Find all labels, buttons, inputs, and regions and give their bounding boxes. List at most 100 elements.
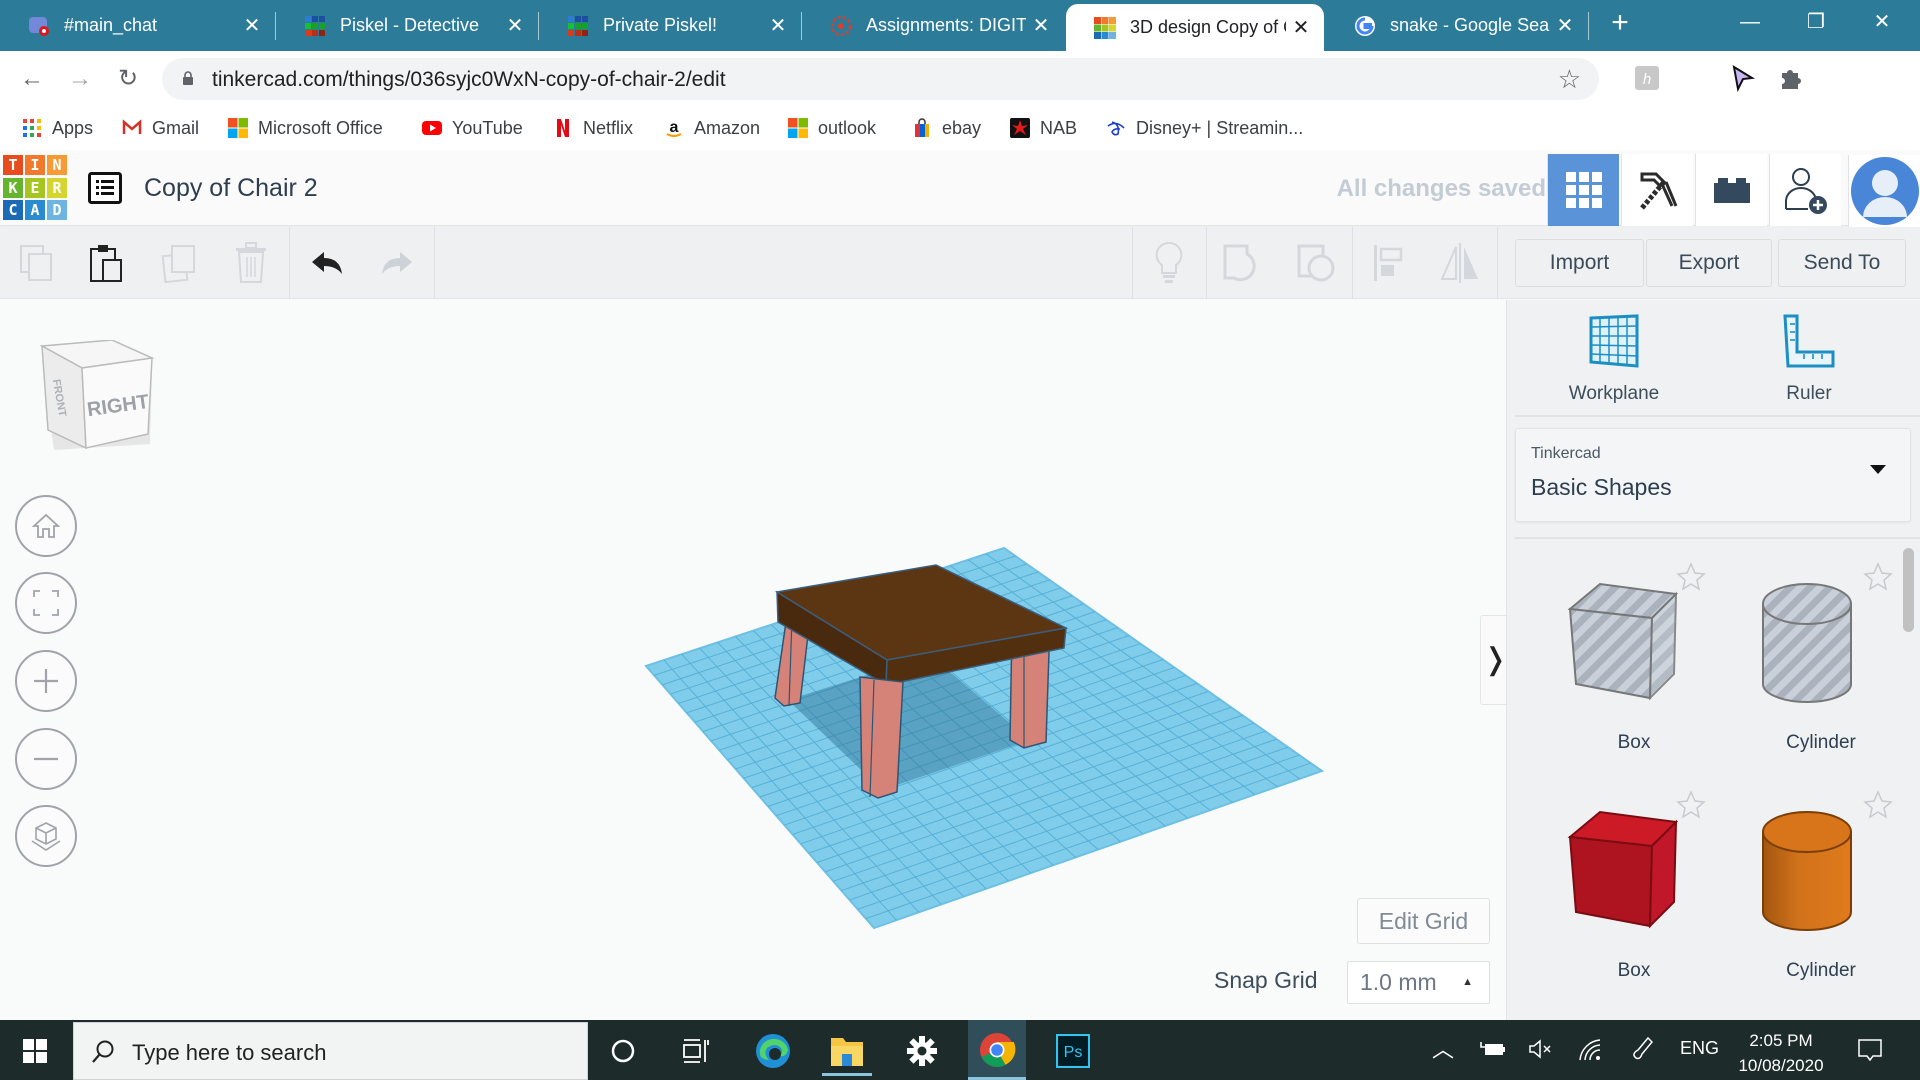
cortana-button[interactable] — [598, 1026, 648, 1076]
tinkercad-header: T I N K E R C A D Copy of Chair 2 All ch… — [0, 150, 1920, 227]
edit-grid-button[interactable]: Edit Grid — [1357, 898, 1490, 944]
bookmark-microsoft-office[interactable]: Microsoft Office — [228, 115, 383, 141]
bookmark-apps[interactable]: Apps — [22, 115, 93, 141]
favorite-star-icon[interactable] — [1863, 790, 1893, 820]
system-clock[interactable]: 2:05 PM 10/08/2020 — [1726, 1028, 1836, 1078]
close-tab-icon[interactable]: ✕ — [500, 13, 530, 38]
shape-cylinder-hole[interactable]: Cylinder — [1731, 556, 1911, 766]
bookmark-label: Microsoft Office — [258, 117, 383, 138]
amazon-icon: a — [666, 119, 682, 137]
bookmark-netflix[interactable]: Netflix — [553, 115, 633, 141]
3d-design-view-button[interactable] — [1547, 154, 1619, 226]
bricks-view-button[interactable] — [1695, 154, 1767, 226]
shape-box-hole[interactable]: Box — [1544, 556, 1724, 766]
undo-button[interactable] — [305, 241, 349, 285]
mirror-button[interactable] — [1438, 241, 1482, 285]
bookmark-star-icon[interactable]: ☆ — [1558, 64, 1581, 95]
file-explorer-taskbar-icon[interactable] — [822, 1026, 872, 1076]
logo-letter: D — [47, 200, 67, 221]
back-button[interactable]: ← — [14, 61, 50, 97]
tab-title: Private Piskel! — [603, 15, 718, 35]
panel-scrollbar[interactable] — [1903, 548, 1914, 632]
align-button[interactable] — [1366, 241, 1410, 285]
design-list-icon[interactable] — [88, 172, 122, 204]
cursor-extension-icon[interactable] — [1728, 63, 1758, 93]
import-button[interactable]: Import — [1515, 239, 1644, 287]
bookmark-nab[interactable]: NAB — [1010, 115, 1077, 141]
close-tab-icon[interactable]: ✕ — [1026, 13, 1056, 38]
workplane-tool[interactable]: Workplane — [1524, 314, 1704, 405]
close-tab-icon[interactable]: ✕ — [1550, 13, 1580, 38]
bookmark-disney-plus[interactable]: Disney+ | Streamin... — [1106, 115, 1303, 141]
duplicate-button[interactable] — [157, 241, 201, 285]
bookmark-amazon[interactable]: a Amazon — [664, 115, 760, 141]
address-bar[interactable]: tinkercad.com/things/036syjc0WxN-copy-of… — [162, 58, 1599, 100]
disney-icon — [1107, 121, 1125, 136]
tab-private-piskel[interactable]: Private Piskel! ✕ — [539, 0, 801, 51]
close-tab-icon[interactable]: ✕ — [1286, 15, 1316, 40]
snap-grid-select[interactable]: 1.0 mm ▲ — [1347, 961, 1490, 1004]
send-to-button[interactable]: Send To — [1778, 239, 1906, 287]
bookmark-ebay[interactable]: ebay — [912, 115, 981, 141]
shape-library-select[interactable]: Tinkercad Basic Shapes — [1515, 428, 1911, 522]
battery-charging-icon[interactable] — [1480, 1040, 1506, 1058]
bookmark-gmail[interactable]: Gmail — [122, 115, 199, 141]
bookmark-youtube[interactable]: YouTube — [422, 115, 523, 141]
copy-button[interactable] — [14, 241, 58, 285]
close-window-button[interactable]: ✕ — [1852, 0, 1912, 44]
photoshop-taskbar-icon[interactable]: Ps — [1048, 1026, 1098, 1076]
restore-button[interactable]: ❐ — [1786, 0, 1846, 44]
forward-button[interactable]: → — [62, 61, 98, 97]
chrome-taskbar-icon[interactable] — [968, 1020, 1026, 1080]
extensions-puzzle-icon[interactable] — [1776, 63, 1806, 93]
user-avatar[interactable] — [1848, 155, 1920, 227]
notifications-icon[interactable] — [1857, 1038, 1883, 1062]
3d-viewport[interactable]: RIGHT FRONT ❭ Edit Grid Snap Grid 1.0 mm… — [0, 300, 1510, 1020]
add-user-icon — [1784, 168, 1827, 214]
design-title[interactable]: Copy of Chair 2 — [144, 174, 318, 203]
delete-button[interactable] — [229, 241, 273, 285]
close-tab-icon[interactable]: ✕ — [763, 13, 793, 38]
show-hidden-icons[interactable]: ︿ — [1432, 1032, 1454, 1064]
tab-title: 3D design Copy of Chair 2 — [1130, 17, 1286, 37]
shape-cylinder-solid[interactable]: Cylinder — [1731, 784, 1911, 994]
url-text[interactable]: tinkercad.com/things/036syjc0WxN-copy-of… — [212, 68, 726, 92]
favorite-star-icon[interactable] — [1863, 562, 1893, 592]
tab-google-search[interactable]: snake - Google Search ✕ — [1326, 0, 1588, 51]
ungroup-button[interactable] — [1294, 241, 1338, 285]
bookmark-outlook[interactable]: outlook — [788, 115, 876, 141]
task-view-button[interactable] — [671, 1026, 721, 1076]
workplane-icon — [1589, 314, 1639, 368]
toolbar-divider — [1352, 227, 1353, 299]
favorite-star-icon[interactable] — [1676, 790, 1706, 820]
group-button[interactable] — [1220, 241, 1264, 285]
favorite-star-icon[interactable] — [1676, 562, 1706, 592]
redo-button[interactable] — [375, 241, 419, 285]
export-button[interactable]: Export — [1646, 239, 1772, 287]
tab-main-chat[interactable]: #main_chat ✕ — [0, 0, 275, 51]
start-button[interactable] — [10, 1026, 60, 1076]
notes-light-button[interactable] — [1147, 241, 1191, 285]
tab-tinkercad-design[interactable]: 3D design Copy of Chair 2 ✕ — [1066, 4, 1324, 51]
settings-taskbar-icon[interactable] — [897, 1026, 947, 1076]
language-indicator[interactable]: ENG — [1680, 1038, 1719, 1059]
edge-taskbar-icon[interactable] — [748, 1026, 798, 1076]
minimize-button[interactable]: — — [1720, 0, 1780, 44]
paste-button[interactable] — [84, 241, 128, 285]
toolbar-divider — [289, 227, 290, 299]
shape-box-solid[interactable]: Box — [1544, 784, 1724, 994]
tab-assignments[interactable]: Assignments: DIGITAL ✕ — [802, 0, 1064, 51]
ruler-tool[interactable]: Ruler — [1719, 314, 1899, 405]
blocks-view-button[interactable] — [1621, 154, 1693, 226]
taskbar-search[interactable]: Type here to search — [73, 1022, 588, 1080]
tinkercad-logo[interactable]: T I N K E R C A D — [3, 155, 69, 221]
close-tab-icon[interactable]: ✕ — [237, 13, 267, 38]
new-tab-button[interactable]: + — [1590, 1, 1650, 45]
honey-extension-icon[interactable]: h — [1632, 63, 1662, 93]
reload-button[interactable]: ↻ — [110, 61, 146, 97]
volume-muted-icon[interactable] — [1528, 1038, 1554, 1060]
invite-user-button[interactable] — [1769, 154, 1841, 226]
wifi-icon[interactable] — [1578, 1036, 1604, 1062]
tab-piskel-detective[interactable]: Piskel - Detective ✕ — [276, 0, 538, 51]
pen-ink-icon[interactable] — [1630, 1036, 1656, 1062]
